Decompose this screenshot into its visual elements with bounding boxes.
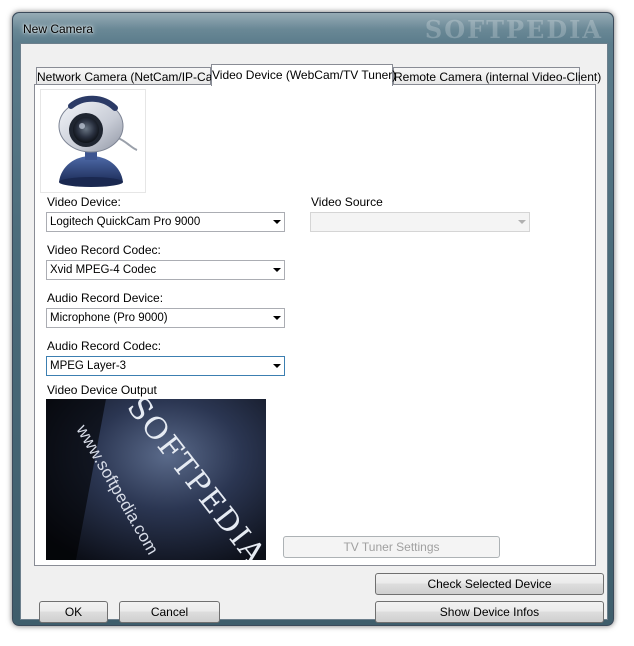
tv-tuner-settings-button[interactable]: TV Tuner Settings xyxy=(283,536,500,558)
chevron-down-icon xyxy=(273,268,281,272)
dialog-window: New Camera SOFTPEDIA Network Camera (Net… xyxy=(12,12,614,626)
check-selected-device-button[interactable]: Check Selected Device xyxy=(375,573,604,595)
ok-button[interactable]: OK xyxy=(39,601,108,623)
video-device-select[interactable]: Logitech QuickCam Pro 9000 xyxy=(46,212,285,232)
show-device-infos-button[interactable]: Show Device Infos xyxy=(375,601,604,623)
audio-record-codec-select[interactable]: MPEG Layer-3 xyxy=(46,356,285,376)
video-record-codec-value: Xvid MPEG-4 Codec xyxy=(50,264,157,276)
video-record-codec-select[interactable]: Xvid MPEG-4 Codec xyxy=(46,260,285,280)
audio-record-device-value: Microphone (Pro 9000) xyxy=(50,312,168,324)
video-output-label: Video Device Output xyxy=(47,383,157,397)
window-title: New Camera xyxy=(23,22,94,36)
tab-video-device[interactable]: Video Device (WebCam/TV Tuner) xyxy=(211,64,396,86)
video-device-label: Video Device: xyxy=(47,195,121,209)
title-bar[interactable]: New Camera SOFTPEDIA xyxy=(13,13,613,44)
video-output-preview: www.softpedia.com SOFTPEDIA xyxy=(46,399,266,560)
video-frame: www.softpedia.com SOFTPEDIA xyxy=(46,399,266,560)
video-device-value: Logitech QuickCam Pro 9000 xyxy=(50,216,201,228)
video-source-label: Video Source xyxy=(311,195,383,209)
chevron-down-icon xyxy=(273,220,281,224)
audio-record-codec-value: MPEG Layer-3 xyxy=(50,360,127,372)
dialog-client-area: Network Camera (NetCam/IP-Cam) Video Dev… xyxy=(20,43,608,623)
chevron-down-icon xyxy=(273,316,281,320)
watermark: SOFTPEDIA xyxy=(424,15,603,44)
audio-record-device-select[interactable]: Microphone (Pro 9000) xyxy=(46,308,285,328)
audio-record-device-label: Audio Record Device: xyxy=(47,291,164,305)
video-record-codec-label: Video Record Codec: xyxy=(47,243,161,257)
cancel-button[interactable]: Cancel xyxy=(119,601,220,623)
audio-record-codec-label: Audio Record Codec: xyxy=(47,339,162,353)
chevron-down-icon xyxy=(518,220,526,224)
webcam-image xyxy=(40,89,146,193)
webcam-icon xyxy=(58,95,138,187)
chevron-down-icon xyxy=(273,364,281,368)
video-source-select[interactable] xyxy=(310,212,530,232)
